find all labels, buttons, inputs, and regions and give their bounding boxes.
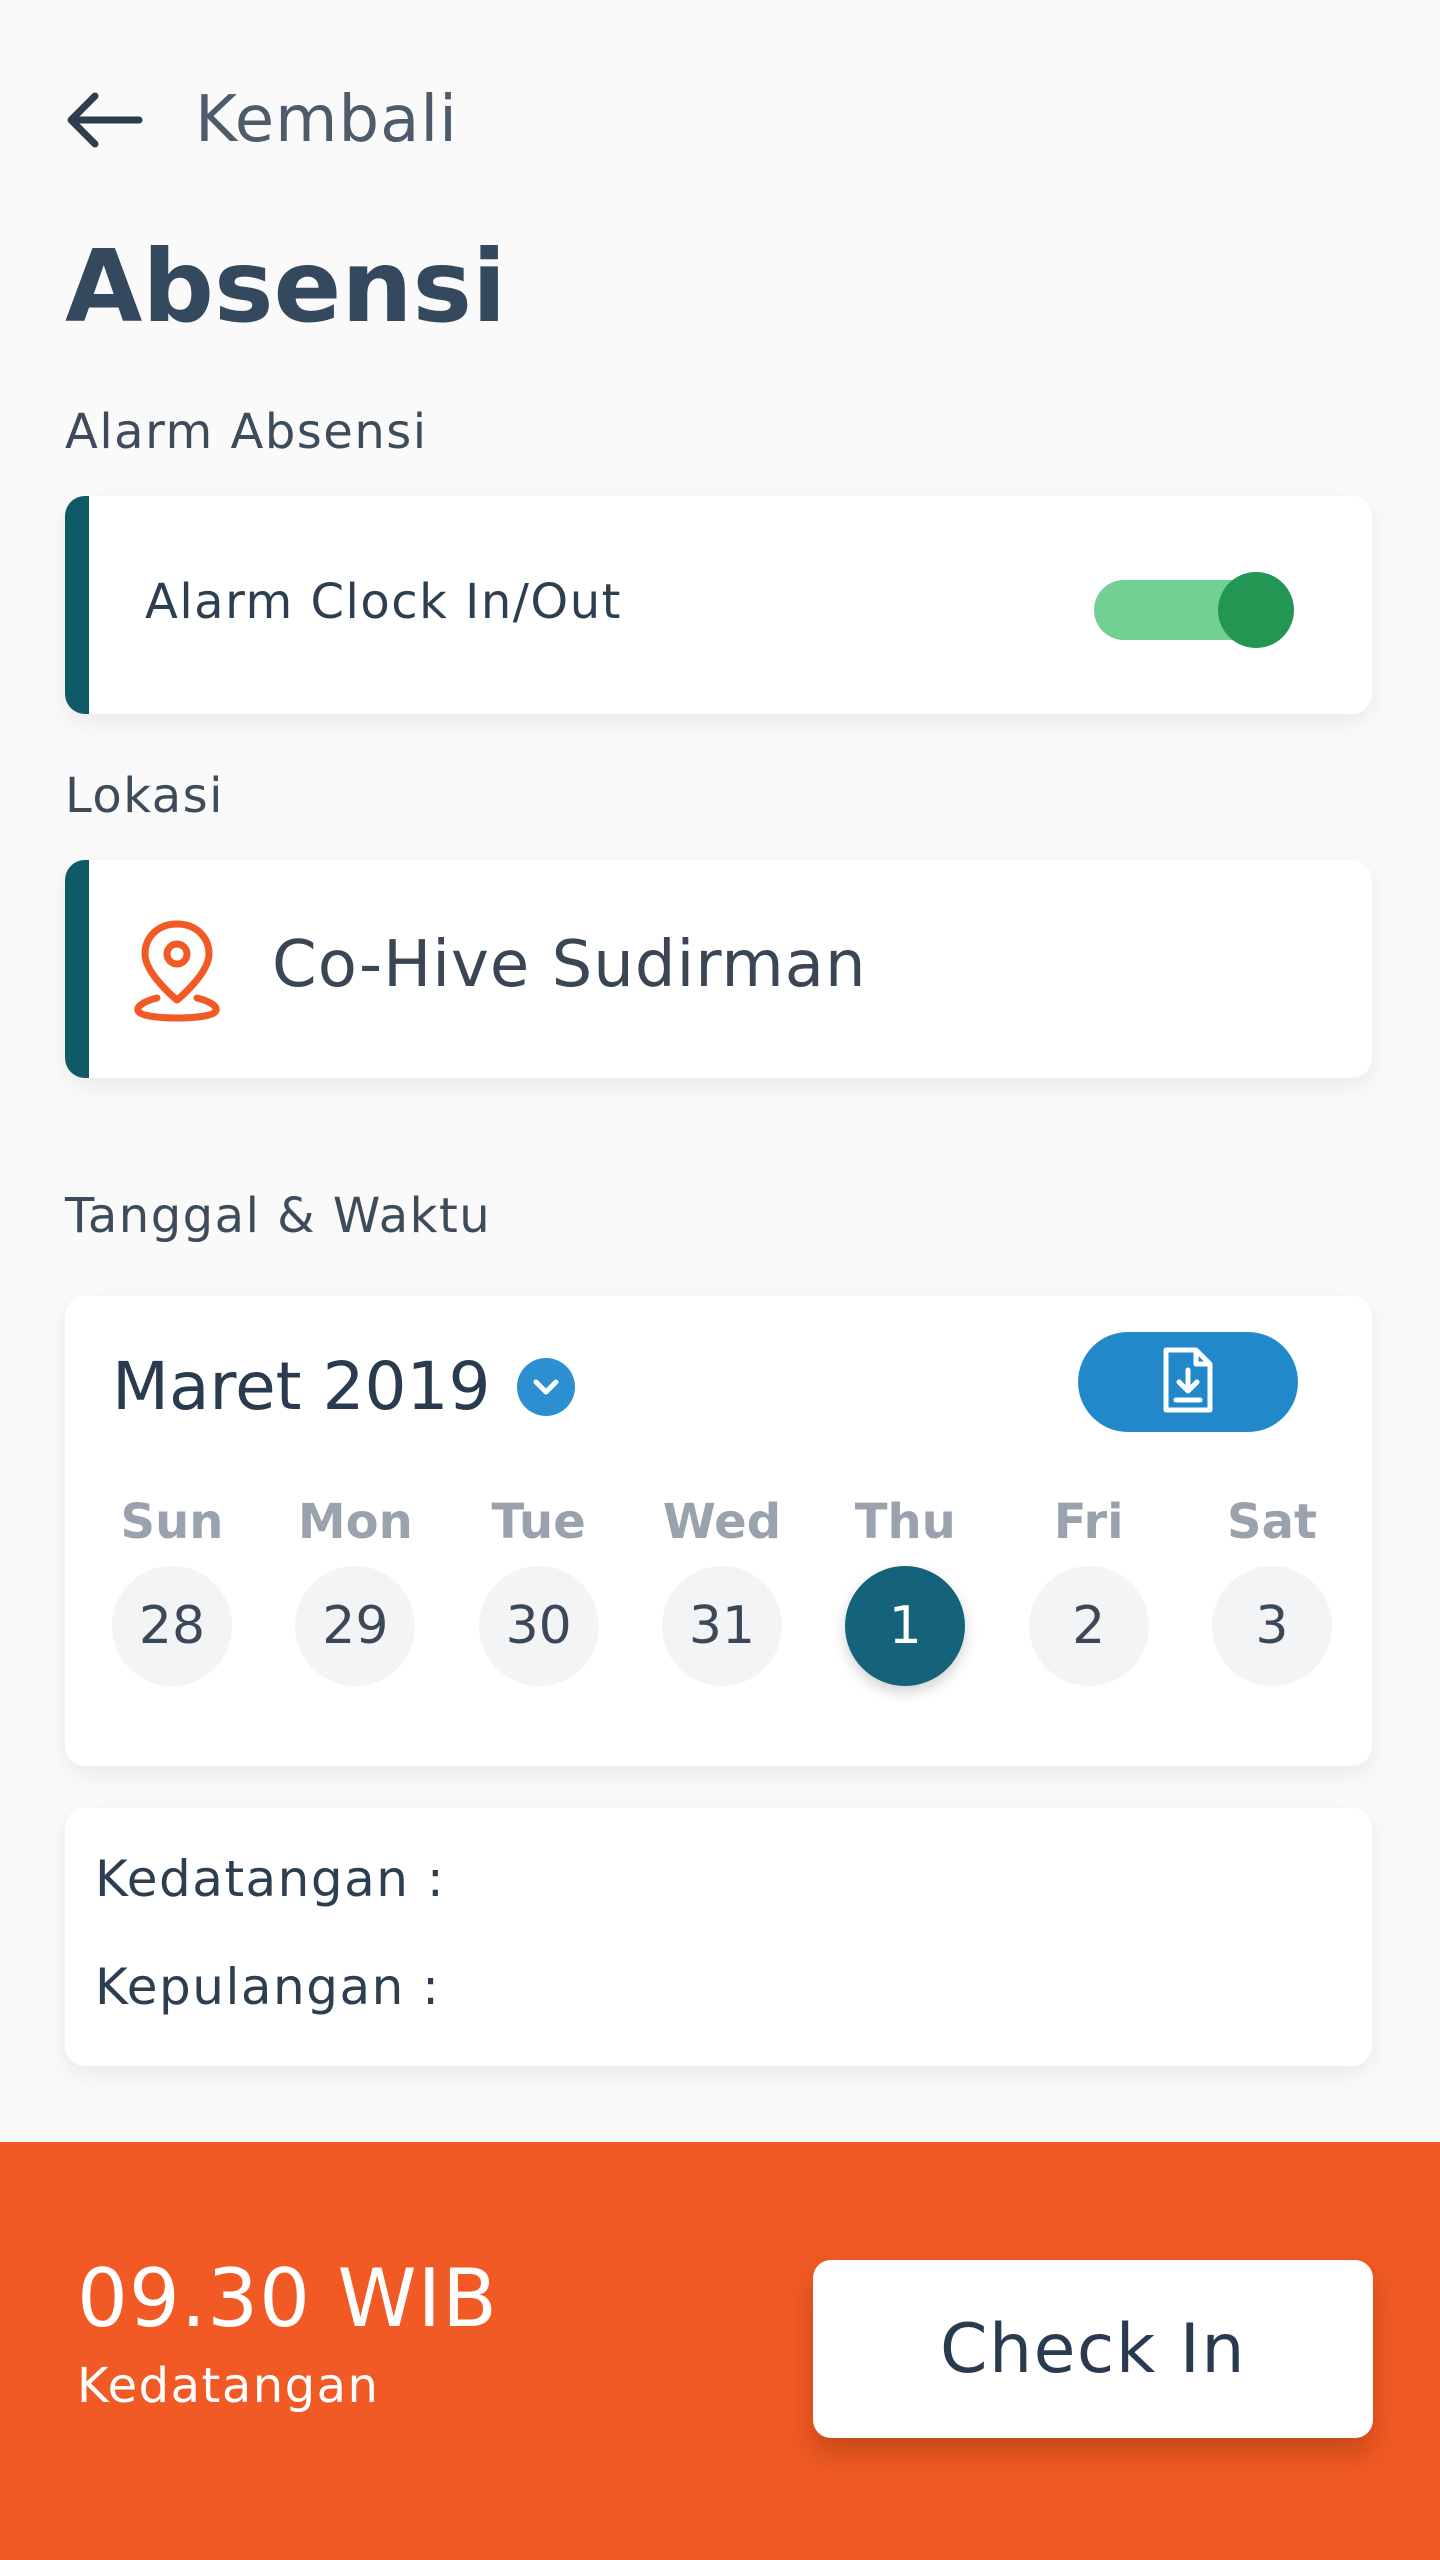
day-number[interactable]: 29 [295,1566,416,1686]
week-days: Sun 28 Mon 29 Tue 30 Wed 31 Thu 1 Fri 2 … [112,1492,1332,1686]
day-column-wed: Wed 31 [661,1492,782,1686]
back-label: Kembali [195,82,458,157]
calendar-card: Maret 2019 Sun 28 Mon 29 Tue 30 Wed 31 T… [65,1296,1372,1766]
day-column-tue: Tue 30 [478,1492,599,1686]
day-number[interactable]: 3 [1211,1566,1332,1686]
card-accent [65,496,89,714]
day-name: Sat [1227,1494,1317,1550]
card-accent [65,860,89,1078]
back-button[interactable]: Kembali [65,82,458,157]
departure-label: Kepulangan : [95,1958,441,2016]
file-download-icon [1160,1346,1216,1418]
alarm-toggle[interactable] [1094,572,1294,648]
location-section-label: Lokasi [65,768,224,824]
arrow-left-icon [65,82,155,157]
day-name: Wed [662,1494,782,1550]
day-column-thu: Thu 1 [845,1492,966,1686]
day-name: Sun [120,1494,224,1550]
download-button[interactable] [1078,1332,1298,1432]
current-time-label: Kedatangan [77,2358,380,2414]
bottom-action-bar: 09.30 WIB Kedatangan Check In [0,2142,1440,2560]
day-column-sun: Sun 28 [112,1492,232,1686]
day-number[interactable]: 31 [661,1566,782,1686]
alarm-section-label: Alarm Absensi [65,404,428,460]
day-name: Thu [854,1494,956,1550]
arrival-label: Kedatangan : [95,1850,446,1908]
day-column-sat: Sat 3 [1211,1492,1332,1686]
toggle-knob [1218,572,1294,648]
chevron-down-icon [516,1357,575,1416]
attendance-times-card: Kedatangan : Kepulangan : [65,1808,1372,2066]
day-number[interactable]: 30 [478,1566,599,1686]
month-selector[interactable]: Maret 2019 [112,1348,575,1425]
check-in-button[interactable]: Check In [813,2260,1373,2438]
datetime-section-label: Tanggal & Waktu [65,1188,492,1244]
location-name: Co-Hive Sudirman [272,928,867,1002]
day-number[interactable]: 28 [112,1566,232,1686]
day-name: Tue [491,1494,586,1550]
alarm-card: Alarm Clock In/Out [65,496,1372,714]
day-column-mon: Mon 29 [295,1492,416,1686]
day-number-selected[interactable]: 1 [845,1566,966,1686]
day-name: Fri [1053,1494,1124,1550]
current-time: 09.30 WIB [77,2252,499,2345]
day-column-fri: Fri 2 [1028,1492,1149,1686]
month-label: Maret 2019 [112,1348,491,1425]
day-number[interactable]: 2 [1028,1566,1149,1686]
location-card[interactable]: Co-Hive Sudirman [65,860,1372,1078]
day-name: Mon [297,1494,413,1550]
map-pin-icon [127,916,227,1026]
page-title: Absensi [65,228,507,345]
alarm-label: Alarm Clock In/Out [145,574,622,630]
